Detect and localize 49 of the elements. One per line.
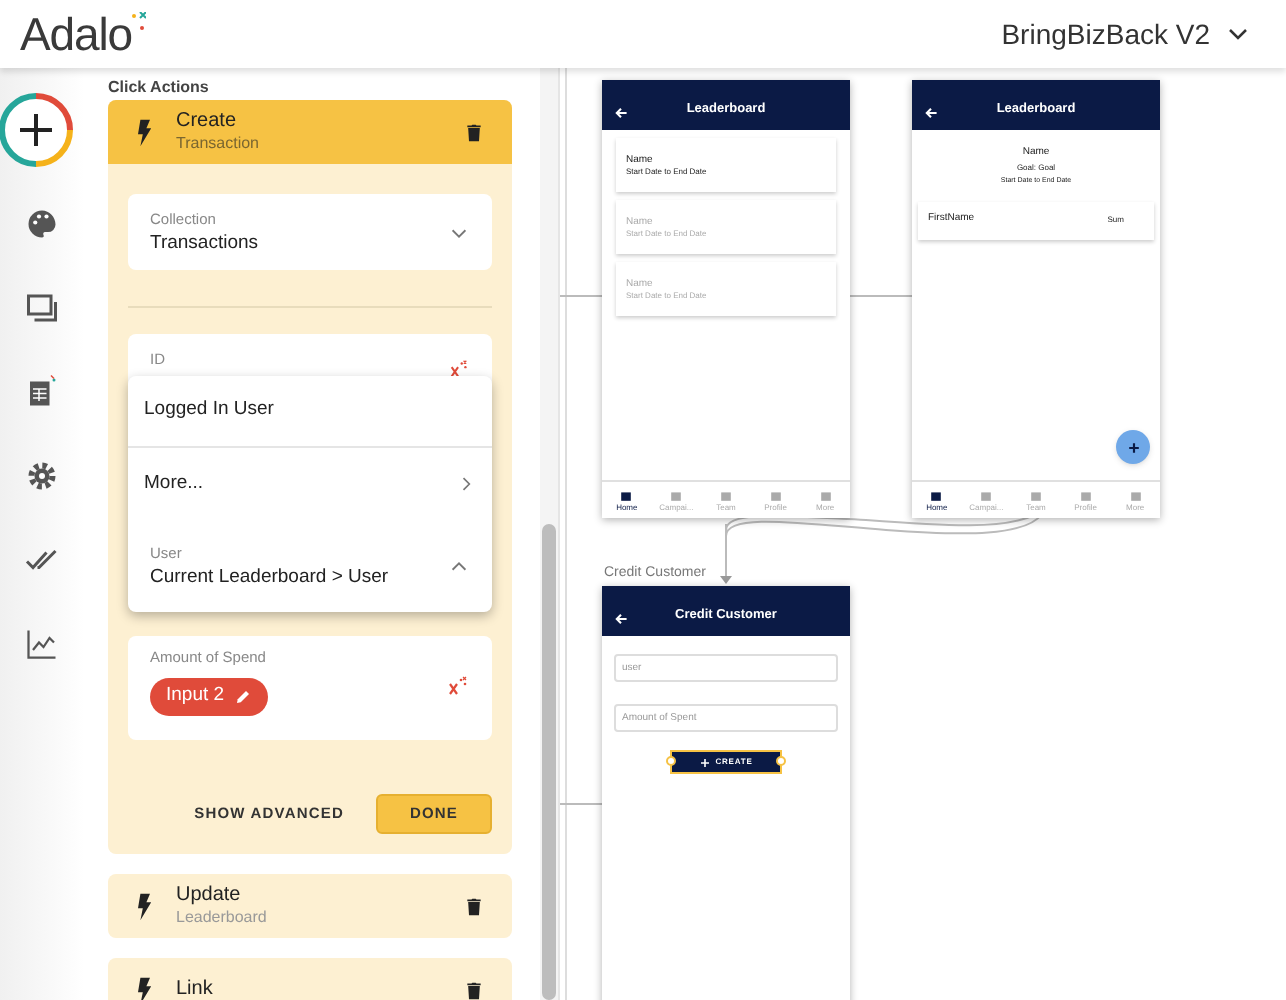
scrollbar-thumb[interactable]: [542, 524, 556, 1000]
settings-icon[interactable]: [24, 458, 60, 494]
action-subtitle: Transaction: [176, 136, 261, 152]
tab-icon: [1079, 489, 1092, 501]
database-icon[interactable]: [24, 374, 60, 410]
palette-icon[interactable]: [24, 206, 60, 242]
tab-icon: [670, 489, 683, 501]
menu-item[interactable]: More...: [128, 448, 492, 520]
sparkle-icon: [129, 11, 146, 31]
input-chip[interactable]: Input 2: [150, 677, 269, 715]
back-arrow-icon[interactable]: [614, 106, 628, 120]
app-logo: Adalo: [20, 11, 132, 57]
back-arrow-icon[interactable]: [924, 106, 938, 120]
section-heading: Click Actions: [108, 76, 211, 100]
tab-icon: [1029, 489, 1042, 501]
lightning-icon: [132, 975, 156, 1000]
resize-handle[interactable]: [776, 756, 786, 766]
delete-button[interactable]: [464, 895, 484, 917]
action-subtitle: Leaderboard: [176, 910, 269, 926]
lightning-icon: [132, 891, 156, 921]
resize-handle[interactable]: [666, 756, 676, 766]
tab-icon: [819, 489, 832, 501]
screens-icon[interactable]: [24, 290, 60, 326]
lightning-icon: [132, 117, 156, 147]
magic-text-icon[interactable]: [448, 358, 470, 380]
project-menu-button[interactable]: BringBizBack V2: [1001, 13, 1250, 55]
tab-icon: [930, 489, 943, 501]
plus-icon: [699, 757, 710, 767]
connector-line: [560, 295, 603, 297]
action-title: Update: [176, 886, 243, 906]
back-arrow-icon[interactable]: [614, 612, 628, 626]
magic-text-icon[interactable]: [446, 674, 470, 698]
tab-icon: [980, 489, 993, 501]
tab-icon: [620, 489, 633, 501]
connector-line: [849, 295, 913, 297]
pencil-icon: [234, 687, 253, 705]
add-button[interactable]: [0, 92, 74, 168]
tab-icon: [769, 489, 782, 501]
action-header[interactable]: Create Transaction: [108, 100, 512, 164]
tab-icon: [1129, 489, 1142, 501]
add-fab-button[interactable]: [1116, 430, 1150, 464]
action-title: Create: [176, 112, 239, 132]
connector-line: [560, 803, 603, 805]
delete-button[interactable]: [464, 121, 484, 143]
plus-icon: [1127, 441, 1139, 453]
analytics-icon[interactable]: [24, 626, 60, 662]
delete-button[interactable]: [464, 979, 484, 1000]
tab-icon: [719, 489, 732, 501]
action-title: Link: [176, 980, 215, 1000]
